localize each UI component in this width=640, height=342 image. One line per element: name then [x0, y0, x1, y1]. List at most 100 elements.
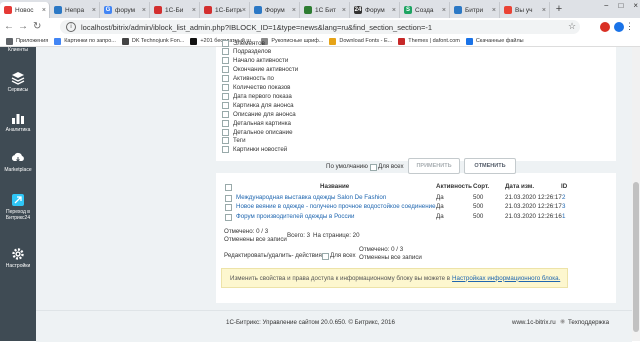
- left-item-analytics[interactable]: Аналитика: [0, 111, 36, 133]
- tab-close-icon[interactable]: ×: [192, 7, 196, 14]
- tab-close-icon[interactable]: ×: [242, 7, 246, 14]
- select-all-checkbox[interactable]: [225, 184, 232, 191]
- iblock-settings-link[interactable]: Настройках информационного блока.: [452, 275, 560, 282]
- scrollbar-thumb[interactable]: [633, 182, 639, 332]
- bookmark-item[interactable]: Скачанные файлы: [465, 37, 524, 45]
- tab-close-icon[interactable]: ×: [142, 7, 146, 14]
- tab-close-icon[interactable]: ×: [492, 7, 496, 14]
- column-option[interactable]: Окончание активности: [222, 65, 298, 74]
- apply-button[interactable]: ПРИМЕНИТЬ: [408, 158, 460, 174]
- row-name-link[interactable]: Форум производителей одежды в России: [236, 213, 354, 220]
- bookmark-item[interactable]: Приложения: [6, 37, 48, 45]
- column-option[interactable]: Начало активности: [222, 56, 298, 65]
- close-window-icon[interactable]: ×: [633, 1, 638, 10]
- minimize-icon[interactable]: −: [604, 1, 609, 10]
- left-item-settings[interactable]: Настройки: [0, 247, 36, 269]
- tab-close-icon[interactable]: ×: [442, 7, 446, 14]
- tab-label: форум: [115, 6, 136, 14]
- column-option[interactable]: Активность по: [222, 74, 298, 83]
- column-option-checkbox[interactable]: [222, 92, 229, 100]
- tab-close-icon[interactable]: ×: [392, 7, 396, 14]
- column-option-checkbox[interactable]: [222, 66, 229, 74]
- left-item-services[interactable]: Сервисы: [0, 71, 36, 93]
- browser-tab[interactable]: Непрa ×: [50, 2, 100, 18]
- tab-close-icon[interactable]: ×: [542, 7, 546, 14]
- left-item-bitrix24[interactable]: Переход в Битрикс24: [0, 193, 36, 221]
- browser-tab[interactable]: Вы уч ×: [500, 2, 550, 18]
- row-checkbox[interactable]: [225, 195, 232, 202]
- browser-tab[interactable]: Битри ×: [450, 2, 500, 18]
- row-id[interactable]: 3: [562, 203, 565, 210]
- column-option-checkbox[interactable]: [222, 48, 229, 56]
- column-option[interactable]: Картинка для анонса: [222, 101, 298, 110]
- profile-avatar[interactable]: [614, 22, 624, 32]
- reload-icon[interactable]: ↻: [33, 21, 41, 32]
- page-scrollbar[interactable]: [632, 47, 640, 341]
- column-option[interactable]: Картинки новостей: [222, 145, 298, 154]
- column-header-active[interactable]: Активность: [436, 183, 472, 190]
- browser-tab[interactable]: 1С-Битри ×: [200, 2, 250, 18]
- row-name-link[interactable]: Новое веяние в одежде - полученo прочное…: [236, 203, 436, 210]
- column-option-checkbox[interactable]: [222, 110, 229, 118]
- column-header-id[interactable]: ID: [561, 183, 567, 190]
- browser-tab[interactable]: Новос ×: [0, 2, 50, 18]
- left-item-clients[interactable]: Клиенты: [0, 47, 36, 53]
- url-field[interactable]: i localhost/bitrix/admin/iblock_list_adm…: [60, 20, 580, 34]
- column-header-name[interactable]: Название: [320, 183, 349, 190]
- column-option-checkbox[interactable]: [222, 128, 229, 136]
- extension-icon[interactable]: [600, 22, 610, 32]
- back-icon[interactable]: ←: [4, 21, 14, 32]
- column-option[interactable]: Элементов: [222, 39, 298, 48]
- column-option[interactable]: Теги: [222, 136, 298, 145]
- column-header-date[interactable]: Дата изм.: [505, 183, 534, 190]
- footer-support-link[interactable]: Техподдержка: [568, 319, 609, 326]
- column-option[interactable]: Количество показов: [222, 83, 298, 92]
- column-option-checkbox[interactable]: [222, 39, 229, 47]
- tab-close-icon[interactable]: ×: [342, 7, 346, 14]
- row-checkbox[interactable]: [225, 214, 232, 221]
- bookmark-item[interactable]: Download Fonts - E...: [329, 37, 392, 45]
- cancel-button[interactable]: ОТМЕНИТЬ: [464, 158, 516, 174]
- footer-site-link[interactable]: www.1c-bitrix.ru: [512, 319, 556, 326]
- tab-close-icon[interactable]: ×: [42, 7, 46, 14]
- column-option-checkbox[interactable]: [222, 84, 229, 92]
- bookmark-star-icon[interactable]: ☆: [568, 21, 576, 32]
- column-option[interactable]: Подразделов: [222, 48, 298, 57]
- column-option-checkbox[interactable]: [222, 75, 229, 83]
- browser-menu-icon[interactable]: ⋮: [625, 21, 634, 32]
- column-option-checkbox[interactable]: [222, 137, 229, 145]
- row-id[interactable]: 1: [562, 213, 565, 220]
- tab-close-icon[interactable]: ×: [292, 7, 296, 14]
- column-option[interactable]: Детальная картинка: [222, 119, 298, 128]
- bookmark-item[interactable]: Картинки по запро...: [54, 37, 116, 45]
- row-name-link[interactable]: Международная выставка одежды Salon De F…: [236, 194, 386, 201]
- column-header-sort[interactable]: Сорт.: [473, 183, 489, 190]
- browser-tab[interactable]: 24 Форум ×: [350, 2, 400, 18]
- tab-close-icon[interactable]: ×: [92, 7, 96, 14]
- browser-tab[interactable]: 1С-Би ×: [150, 2, 200, 18]
- site-info-icon[interactable]: i: [66, 22, 76, 32]
- bookmark-item[interactable]: DK Technojunk Fon...: [121, 37, 184, 45]
- bulk-actions-label[interactable]: Редактировать/удалить- действия -: [224, 252, 326, 259]
- column-option-checkbox[interactable]: [222, 101, 229, 109]
- column-option[interactable]: Описание для анонса: [222, 110, 298, 119]
- row-id[interactable]: 2: [562, 194, 565, 201]
- left-item-marketplace[interactable]: Marketplace: [0, 151, 36, 173]
- browser-tab[interactable]: 1С Бит ×: [300, 2, 350, 18]
- browser-tab[interactable]: S Созда ×: [400, 2, 450, 18]
- per-page-count[interactable]: На странице: 20: [313, 232, 360, 239]
- new-tab-icon[interactable]: +: [553, 3, 565, 15]
- column-option-checkbox[interactable]: [222, 57, 229, 65]
- row-checkbox[interactable]: [225, 204, 232, 211]
- column-option[interactable]: Детальное описание: [222, 128, 298, 137]
- for-all-checkbox[interactable]: [370, 164, 377, 171]
- browser-tab[interactable]: Форум ×: [250, 2, 300, 18]
- maximize-icon[interactable]: □: [618, 1, 623, 10]
- forward-icon[interactable]: →: [18, 21, 28, 32]
- browser-tab[interactable]: Gфорум ×: [100, 2, 150, 18]
- column-option-checkbox[interactable]: [222, 119, 229, 127]
- column-option[interactable]: Дата первого показа: [222, 92, 298, 101]
- bookmark-item[interactable]: Themes | dafont.com: [398, 37, 460, 45]
- bulk-for-all-checkbox[interactable]: [322, 253, 329, 260]
- column-option-checkbox[interactable]: [222, 146, 229, 154]
